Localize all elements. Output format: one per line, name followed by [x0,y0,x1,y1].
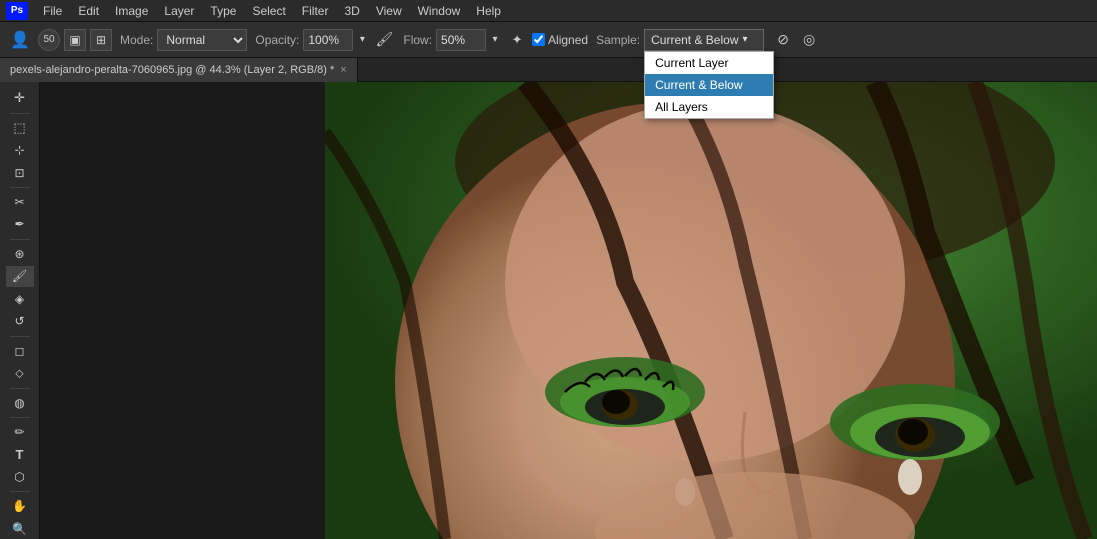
toggle-btn-2[interactable]: ⊞ [90,29,112,51]
opacity-dropdown-arrow[interactable]: ▾ [355,29,369,51]
sample-dropdown-arrow: ▾ [742,34,747,45]
brush-tool-btn[interactable]: 🖌 [6,266,34,287]
ps-logo: Ps [6,2,28,20]
mode-label: Mode: [120,33,153,47]
menu-layer[interactable]: Layer [157,2,201,20]
menu-edit[interactable]: Edit [71,2,106,20]
mode-select[interactable]: Normal [157,29,247,51]
pen-tool-btn[interactable]: ✏ [6,422,34,443]
sample-dropdown-menu: Current Layer Current & Below All Layers [644,51,774,119]
flow-input[interactable] [436,29,486,51]
lasso-tool-btn[interactable]: ⊹ [6,140,34,161]
file-tab[interactable]: pexels-alejandro-peralta-7060965.jpg @ 4… [0,58,358,82]
toolbar-divider-6 [10,417,30,418]
sample-option-all-layers[interactable]: All Layers [645,96,773,118]
marquee-tool-btn[interactable]: ⬚ [6,117,34,138]
menu-select[interactable]: Select [245,2,292,20]
menu-filter[interactable]: Filter [295,2,336,20]
brush-size-value: 50 [43,34,54,45]
sample-select-button[interactable]: Current & Below ▾ [644,29,764,51]
flow-label: Flow: [403,33,432,47]
opacity-label: Opacity: [255,33,299,47]
tool-preset-picker[interactable]: 👤 [6,26,34,54]
crop-tool-btn[interactable]: ✂ [6,192,34,213]
clone-source-toggle[interactable]: ◎ [798,29,820,51]
photo-svg [325,82,1097,539]
sample-label: Sample: [596,33,640,47]
menu-view[interactable]: View [369,2,409,20]
toolbar-divider-5 [10,388,30,389]
menu-file[interactable]: File [36,2,69,20]
move-tool-btn[interactable]: ✛ [6,88,34,109]
toolbar-divider-4 [10,336,30,337]
menu-3d[interactable]: 3D [337,2,366,20]
aligned-label: Aligned [548,33,588,47]
sample-dropdown-container: Current & Below ▾ Current Layer Current … [644,29,764,51]
aligned-checkbox[interactable] [532,33,545,46]
eyedropper-tool-btn[interactable]: ✒ [6,214,34,235]
brush-options-icon[interactable]: 🖌 [373,29,395,51]
dodge-burn-btn[interactable]: ◍ [6,392,34,413]
opacity-input[interactable] [303,29,353,51]
shape-tool-btn[interactable]: ⬡ [6,467,34,488]
left-toolbar: ✛ ⬚ ⊹ ⊡ ✂ ✒ ⊛ 🖌 ◈ ↺ ◻ ⬦ ◍ ✏ T ⬡ ✋ 🔍 [0,82,40,539]
canvas-area[interactable] [40,82,1097,539]
menu-type[interactable]: Type [203,2,243,20]
ignore-adj-layers-toggle[interactable]: ⊘ [772,29,794,51]
gradient-tool-btn[interactable]: ⬦ [6,363,34,384]
tab-bar: pexels-alejandro-peralta-7060965.jpg @ 4… [0,58,1097,82]
toolbar-divider-1 [10,113,30,114]
tab-filename: pexels-alejandro-peralta-7060965.jpg @ 4… [10,64,334,76]
toolbar-divider-2 [10,187,30,188]
sample-option-current-layer[interactable]: Current Layer [645,52,773,74]
aligned-option: Aligned [532,33,588,47]
main-area: ✛ ⬚ ⊹ ⊡ ✂ ✒ ⊛ 🖌 ◈ ↺ ◻ ⬦ ◍ ✏ T ⬡ ✋ 🔍 [0,82,1097,539]
dark-left-panel [40,82,325,539]
toolbar-divider-7 [10,491,30,492]
sample-select-value: Current & Below [651,33,738,47]
toggle-btn-1[interactable]: ▣ [64,29,86,51]
hand-tool-btn[interactable]: ✋ [6,496,34,517]
toolbar-divider-3 [10,239,30,240]
brush-size-indicator[interactable]: 50 [38,29,60,51]
tab-close-button[interactable]: × [340,64,346,76]
canvas-image [325,82,1097,539]
type-tool-btn[interactable]: T [6,444,34,465]
heal-tool-btn[interactable]: ⊛ [6,243,34,264]
menu-window[interactable]: Window [411,2,468,20]
tool-options-bar: 👤 50 ▣ ⊞ Mode: Normal Opacity: ▾ 🖌 Flow:… [0,22,1097,58]
menu-help[interactable]: Help [469,2,508,20]
menu-bar: Ps File Edit Image Layer Type Select Fil… [0,0,1097,22]
menu-image[interactable]: Image [108,2,155,20]
history-brush-btn[interactable]: ↺ [6,311,34,332]
flow-dropdown-arrow[interactable]: ▾ [488,29,502,51]
zoom-tool-btn[interactable]: 🔍 [6,518,34,539]
eraser-tool-btn[interactable]: ◻ [6,340,34,361]
quick-select-btn[interactable]: ⊡ [6,162,34,183]
clone-stamp-btn[interactable]: ◈ [6,289,34,310]
sample-option-current-below[interactable]: Current & Below [645,74,773,96]
airbrush-toggle[interactable]: ✦ [506,29,528,51]
